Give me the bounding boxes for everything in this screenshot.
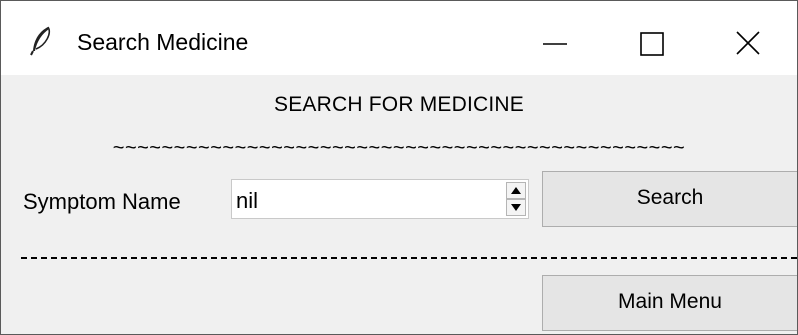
minimize-button[interactable] xyxy=(509,1,605,75)
window-title: Search Medicine xyxy=(77,29,249,55)
minimize-icon xyxy=(543,43,567,45)
symptom-input[interactable]: nil xyxy=(236,188,258,214)
maximize-button[interactable] xyxy=(605,1,701,75)
main-content: SEARCH FOR MEDICINE ~~~~~~~~~~~~~~~~~~~~… xyxy=(1,75,797,334)
tilde-separator: ~~~~~~~~~~~~~~~~~~~~~~~~~~~~~~~~~~~~~~~~… xyxy=(112,137,686,159)
search-medicine-window: Search Medicine SEARCH FOR MEDICINE ~~~~… xyxy=(0,0,798,335)
dashed-divider xyxy=(21,257,797,259)
symptom-spinbox[interactable]: nil xyxy=(231,179,529,219)
main-menu-button[interactable]: Main Menu xyxy=(542,275,797,331)
feather-icon xyxy=(28,25,54,57)
symptom-name-label: Symptom Name xyxy=(23,189,181,214)
title-bar[interactable]: Search Medicine xyxy=(1,1,797,75)
maximize-icon xyxy=(640,32,664,56)
close-button[interactable] xyxy=(701,1,797,75)
spin-arrows-icon[interactable] xyxy=(506,182,526,216)
close-icon xyxy=(736,31,760,55)
search-button[interactable]: Search xyxy=(542,171,797,227)
page-heading: SEARCH FOR MEDICINE xyxy=(274,93,524,116)
